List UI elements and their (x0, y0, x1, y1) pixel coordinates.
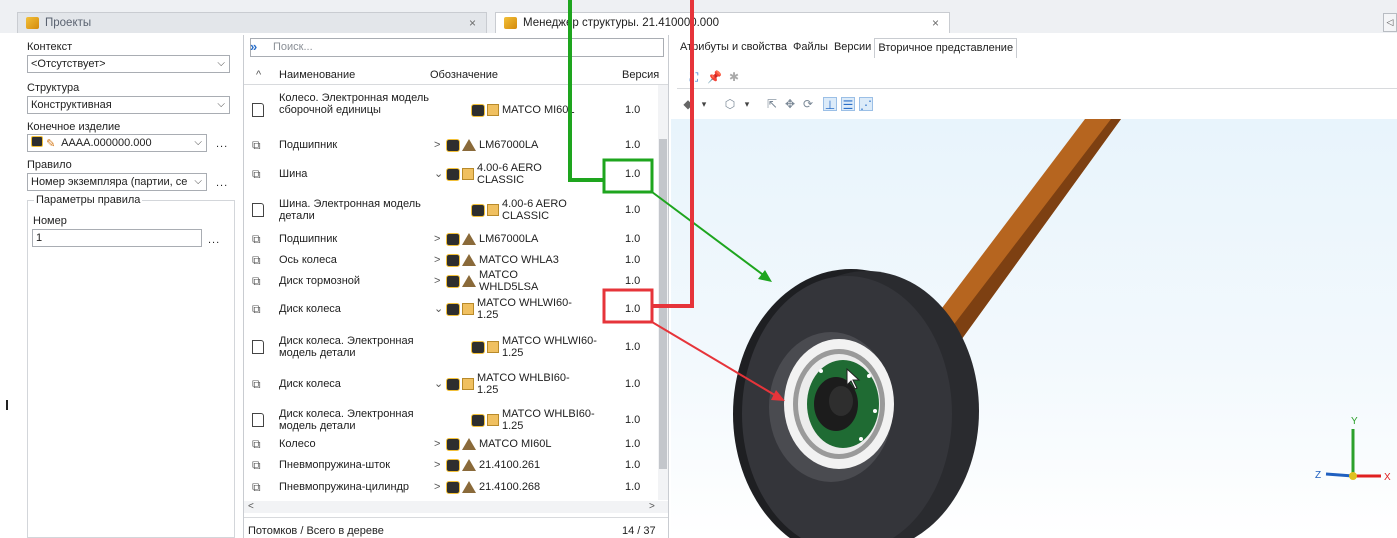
red-connector (652, 0, 694, 308)
green-highlight-box (602, 158, 654, 194)
red-arrowhead (771, 390, 785, 401)
red-highlight-box (602, 288, 654, 324)
green-arrow (651, 191, 767, 278)
annotation-overlay (6, 0, 785, 410)
red-arrow (651, 321, 779, 398)
green-connector (568, 0, 604, 182)
